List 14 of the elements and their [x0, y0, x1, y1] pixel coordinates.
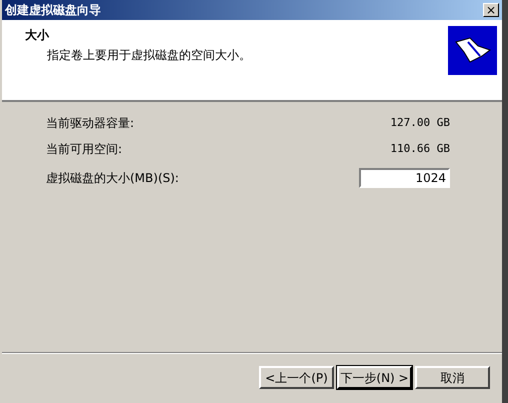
info-value: 110.66 GB	[390, 140, 450, 157]
wizard-button[interactable]: 取消	[415, 366, 490, 389]
size-label: 虚拟磁盘的大小(MB)(S):	[46, 170, 179, 187]
info-label: 当前驱动器容量:	[46, 115, 134, 132]
close-button[interactable]: ×	[483, 3, 499, 17]
wizard-graphic-icon	[448, 26, 497, 75]
window-title: 创建虚拟磁盘向导	[5, 2, 101, 19]
wizard-button[interactable]: 下一步(N) >	[337, 366, 412, 389]
info-label: 当前可用空间:	[46, 141, 122, 158]
info-value: 127.00 GB	[390, 114, 450, 131]
size-input-field[interactable]: 1024	[359, 168, 450, 188]
page-title: 大小	[25, 27, 50, 44]
page-subtitle: 指定卷上要用于虚拟磁盘的空间大小。	[46, 47, 251, 64]
wizard-button[interactable]: <上一个(P)	[259, 366, 334, 389]
